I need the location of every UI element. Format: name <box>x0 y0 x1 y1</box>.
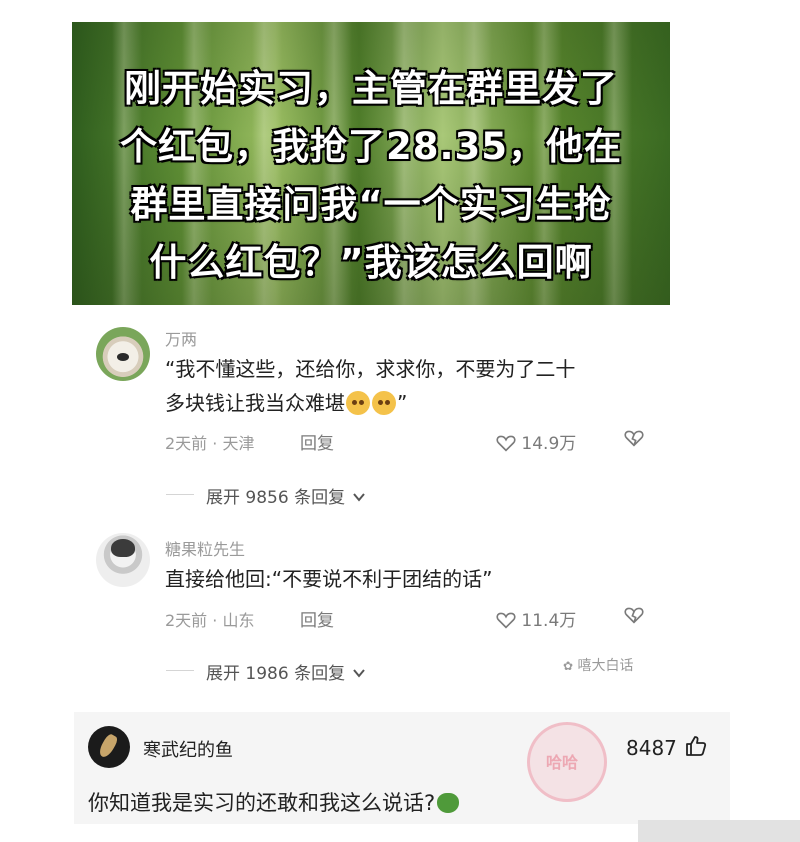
comment-text-line: “我不懂这些，还给你，求求你，不要为了二十 <box>165 357 576 381</box>
banner-caption: 刚开始实习，主管在群里发了 个红包，我抢了28.35，他在 群里直接问我“一个实… <box>72 60 670 292</box>
divider <box>166 670 194 671</box>
frog-emoji-icon <box>437 793 460 813</box>
avatar[interactable] <box>88 726 130 768</box>
heart-icon <box>496 612 516 629</box>
expand-replies-label: 展开 1986 条回复 <box>206 664 346 684</box>
comment-text-segment: ” <box>397 391 408 415</box>
video-banner: 刚开始实习，主管在群里发了 个红包，我抢了28.35，他在 群里直接问我“一个实… <box>72 22 670 305</box>
chevron-down-icon <box>353 669 366 678</box>
watermark-stamp: 哈哈 <box>527 722 607 802</box>
comment-text-segment: 多块钱让我当众难堪 <box>165 391 345 415</box>
banner-line-4: 什么红包？”我该怎么回啊 <box>149 241 593 284</box>
reply-button[interactable]: 回复 <box>300 429 334 454</box>
wechat-icon: ✿ <box>563 659 574 673</box>
divider <box>166 494 194 495</box>
comment-username[interactable]: 寒武纪的鱼 <box>143 736 233 762</box>
like-count: 14.9万 <box>521 434 577 454</box>
banner-line-1: 刚开始实习，主管在群里发了 <box>124 67 618 110</box>
comment-text-segment: 你知道我是实习的还敢和我这么说话? <box>88 791 436 815</box>
banner-line-2: 个红包，我抢了28.35，他在 <box>119 125 623 168</box>
comment-text: 直接给他回:“不要说不利于团结的话” <box>165 567 493 591</box>
avatar[interactable] <box>96 533 150 587</box>
pleading-face-emoji-icon <box>346 391 370 415</box>
comment-username[interactable]: 糖果粒先生 <box>165 536 245 560</box>
comment-text: 你知道我是实习的还敢和我这么说话? <box>88 787 460 817</box>
heart-icon <box>496 435 516 452</box>
comment-meta: 2天前 · 天津 <box>165 434 255 453</box>
like-button[interactable]: 14.9万 <box>496 429 576 454</box>
comment-username[interactable]: 万两 <box>165 326 197 350</box>
reply-button[interactable]: 回复 <box>300 606 334 631</box>
thumbs-up-icon[interactable] <box>684 734 708 758</box>
corner-strip <box>638 820 800 842</box>
dislike-icon[interactable] <box>624 606 644 624</box>
pleading-face-emoji-icon <box>372 391 396 415</box>
like-count: 11.4万 <box>521 611 577 631</box>
banner-line-3: 群里直接问我“一个实习生抢 <box>130 183 612 226</box>
expand-replies-button[interactable]: 展开 9856 条回复 <box>206 483 366 508</box>
expand-replies-label: 展开 9856 条回复 <box>206 488 346 508</box>
watermark-text: 嘻大白话 <box>577 658 634 674</box>
comment-text-line: 多块钱让我当众难堪 ” <box>165 386 575 420</box>
like-button[interactable]: 11.4万 <box>496 606 576 631</box>
avatar[interactable] <box>96 327 150 381</box>
dislike-icon[interactable] <box>624 429 644 447</box>
chevron-down-icon <box>353 493 366 502</box>
like-count: 8487 <box>626 736 677 760</box>
expand-replies-button[interactable]: 展开 1986 条回复 <box>206 659 366 684</box>
comment-text: “我不懂这些，还给你，求求你，不要为了二十 多块钱让我当众难堪 ” <box>165 352 575 420</box>
watermark: ✿ 嘻大白话 <box>563 655 634 675</box>
comment-meta: 2天前 · 山东 <box>165 611 255 630</box>
stamp-text: 哈哈 <box>546 753 579 772</box>
